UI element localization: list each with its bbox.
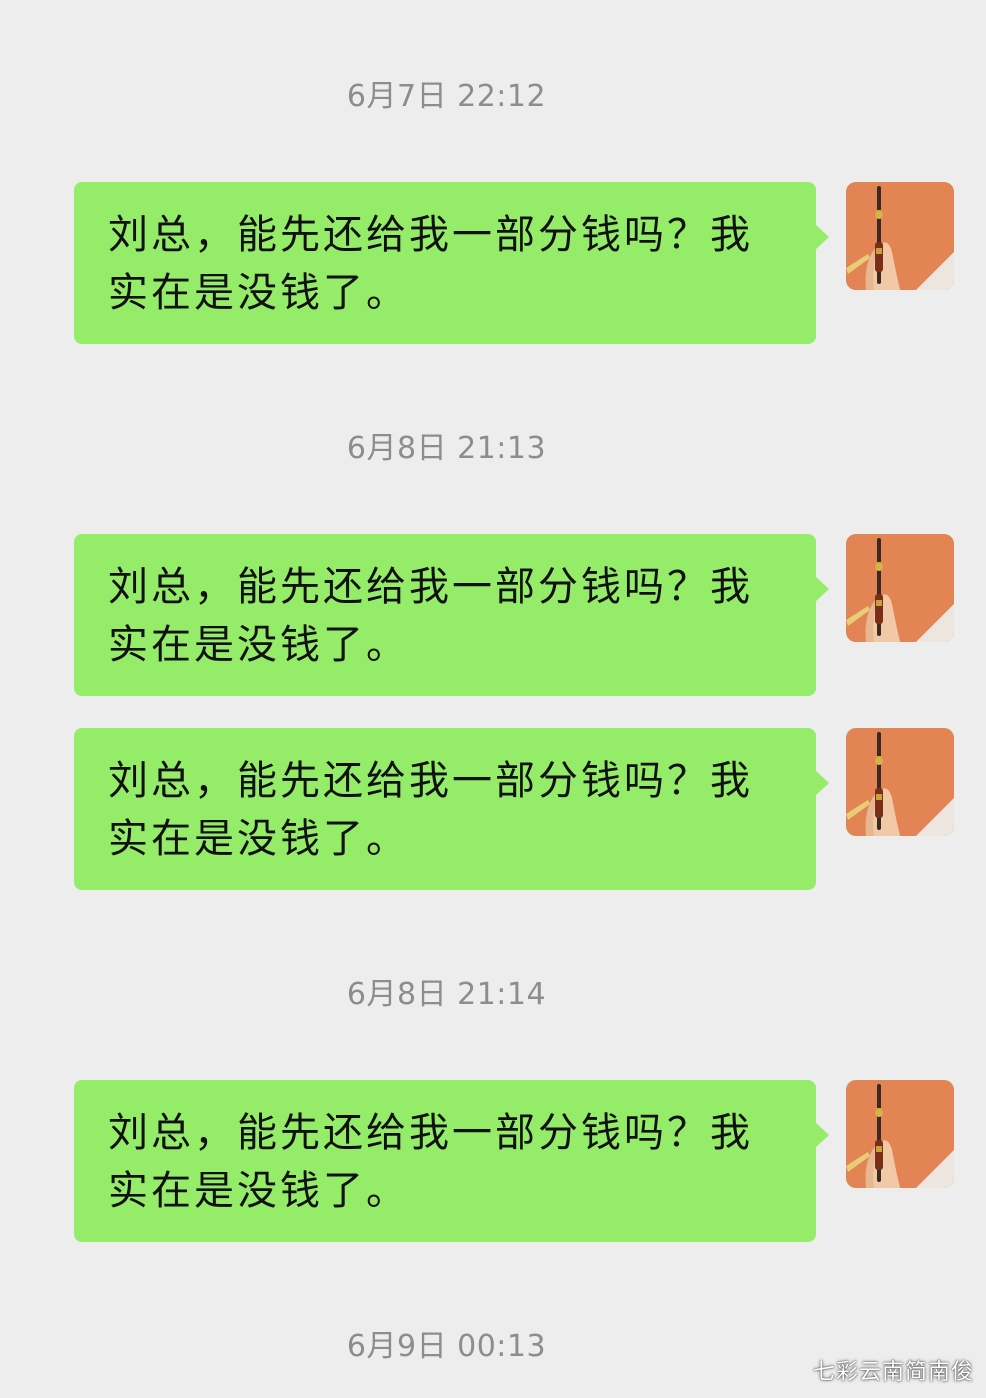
- avatar[interactable]: [846, 182, 954, 290]
- message-row: 刘总，能先还给我一部分钱吗？我实在是没钱了。: [0, 728, 986, 890]
- timestamp: 6月8日 21:13: [346, 431, 547, 466]
- message-text: 刘总，能先还给我一部分钱吗？我实在是没钱了。: [108, 564, 753, 668]
- timestamp: 6月7日 22:12: [346, 79, 547, 114]
- message-text: 刘总，能先还给我一部分钱吗？我实在是没钱了。: [108, 758, 753, 862]
- avatar[interactable]: [846, 1080, 954, 1188]
- timestamp: 6月8日 21:14: [346, 977, 547, 1012]
- message-row: 刘总，能先还给我一部分钱吗？我实在是没钱了。: [0, 534, 986, 696]
- avatar[interactable]: [846, 728, 954, 836]
- timestamp: 6月9日 00:13: [346, 1329, 547, 1364]
- message-bubble[interactable]: 刘总，能先还给我一部分钱吗？我实在是没钱了。: [74, 1080, 829, 1242]
- avatar-hand-holding-pen-icon: [846, 728, 954, 836]
- message-bubble[interactable]: 刘总，能先还给我一部分钱吗？我实在是没钱了。: [74, 534, 829, 696]
- message-row: 刘总，能先还给我一部分钱吗？我实在是没钱了。: [0, 1080, 986, 1242]
- avatar-hand-holding-pen-icon: [846, 534, 954, 642]
- watermark: 七彩云南简南俊: [812, 1360, 974, 1385]
- message-text: 刘总，能先还给我一部分钱吗？我实在是没钱了。: [108, 212, 753, 316]
- avatar[interactable]: [846, 534, 954, 642]
- avatar-hand-holding-pen-icon: [846, 182, 954, 290]
- message-bubble[interactable]: 刘总，能先还给我一部分钱吗？我实在是没钱了。: [74, 728, 829, 890]
- avatar-hand-holding-pen-icon: [846, 1080, 954, 1188]
- message-text: 刘总，能先还给我一部分钱吗？我实在是没钱了。: [108, 1110, 753, 1214]
- message-row: 刘总，能先还给我一部分钱吗？我实在是没钱了。: [0, 182, 986, 344]
- message-bubble[interactable]: 刘总，能先还给我一部分钱吗？我实在是没钱了。: [74, 182, 829, 344]
